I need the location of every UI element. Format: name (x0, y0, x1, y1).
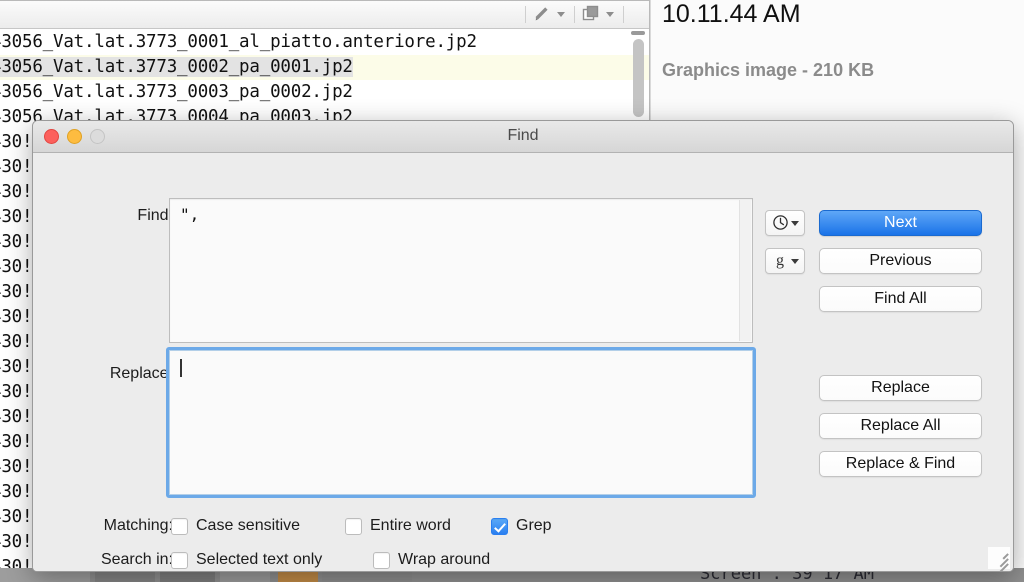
find-all-button[interactable]: Find All (819, 286, 982, 312)
file-name-label: 430! (0, 282, 33, 302)
file-list-item[interactable]: 43056_Vat.lat.3773_0002_pa_0001.jp2 (0, 55, 649, 80)
checkbox-label: Wrap around (398, 551, 491, 568)
matching-label: Matching: (103, 517, 173, 534)
chevron-down-icon (791, 259, 799, 264)
replace-and-find-button[interactable]: Replace & Find (819, 451, 982, 477)
file-list-item[interactable]: 43056_Vat.lat.3773_0003_pa_0002.jp2 (0, 80, 649, 105)
checkbox-unchecked-icon[interactable] (373, 551, 390, 569)
previous-button[interactable]: Previous (819, 248, 982, 274)
search-in-label: Search in: (100, 551, 173, 568)
checkbox-selected-text-only[interactable]: Selected text only (171, 551, 322, 569)
grep-letter-glyph: g (776, 252, 784, 269)
file-name-label: 43056_Vat.lat.3773_0003_pa_0002.jp2 (0, 82, 353, 102)
scrollbar-cap (631, 31, 645, 35)
file-time-label: 10.11.44 AM (662, 0, 801, 28)
checkbox-label: Grep (516, 517, 552, 534)
replace-input[interactable] (166, 347, 756, 498)
replace-all-button[interactable]: Replace All (819, 413, 982, 439)
file-name-label: 430! (0, 432, 33, 452)
checkbox-unchecked-icon[interactable] (171, 551, 188, 569)
file-name-label: 430! (0, 307, 33, 327)
file-name-label: 430! (0, 407, 33, 427)
file-name-label: 430! (0, 482, 33, 502)
find-field-label: Find: (137, 207, 173, 224)
file-name-label: 43056_Vat.lat.3773_0001_al_piatto.anteri… (0, 32, 477, 52)
file-name-label: 430! (0, 207, 33, 227)
toolbar-divider (574, 5, 575, 23)
duplicate-chevron-down-icon[interactable] (606, 11, 614, 17)
file-name-label: 430! (0, 332, 33, 352)
file-name-label: 43056_Vat.lat.3773_0002_pa_0001.jp2 (0, 57, 353, 77)
scrollbar-thumb[interactable] (633, 39, 644, 117)
checkbox-unchecked-icon[interactable] (171, 517, 188, 535)
duplicate-icon[interactable] (582, 5, 600, 23)
file-name-label: 430! (0, 507, 33, 527)
checkbox-label: Case sensitive (196, 517, 301, 534)
grep-mode-popup-button[interactable]: g (765, 248, 805, 274)
file-name-label: 430! (0, 457, 33, 477)
checkbox-entire-word[interactable]: Entire word (345, 517, 451, 535)
checkbox-case-sensitive[interactable]: Case sensitive (171, 517, 300, 535)
file-name-label: 430! (0, 532, 33, 552)
pencil-chevron-down-icon[interactable] (557, 11, 565, 17)
find-dialog-titlebar[interactable]: Find (33, 121, 1013, 153)
clock-icon (771, 214, 789, 232)
toolbar-divider (525, 5, 526, 23)
checkbox-wrap-around[interactable]: Wrap around (373, 551, 490, 569)
checkbox-unchecked-icon[interactable] (345, 517, 362, 535)
find-dialog-body: Find: ", Replace: g Next Previous Find A… (33, 153, 1013, 571)
toolbar-divider (623, 5, 624, 23)
file-name-label: 430! (0, 357, 33, 377)
find-input-scrollbar[interactable] (739, 200, 751, 341)
chevron-down-icon (791, 221, 799, 226)
checkbox-label: Selected text only (196, 551, 323, 568)
file-name-label: 430! (0, 232, 33, 252)
checkbox-label: Entire word (370, 517, 451, 534)
find-input-value: ", (180, 205, 200, 224)
pencil-icon[interactable] (533, 5, 551, 23)
screen: 43056_Vat.lat.3773_0001_al_piatto.anteri… (0, 0, 1024, 582)
file-name-label: 430! (0, 257, 33, 277)
toolbar-icon-group (518, 5, 631, 23)
file-name-label: 430! (0, 132, 33, 152)
find-input[interactable]: ", (169, 198, 753, 343)
file-list-item[interactable]: 43056_Vat.lat.3773_0001_al_piatto.anteri… (0, 30, 649, 55)
file-name-label: 430! (0, 182, 33, 202)
file-name-label: 430! (0, 382, 33, 402)
file-browser-toolbar (0, 1, 649, 29)
text-cursor (180, 359, 182, 377)
replace-input-inner (169, 350, 753, 495)
file-name-label: 430! (0, 157, 33, 177)
next-button[interactable]: Next (819, 210, 982, 236)
replace-button[interactable]: Replace (819, 375, 982, 401)
resize-grip[interactable] (988, 547, 1010, 571)
find-dialog-title: Find (507, 127, 539, 144)
file-kind-size-label: Graphics image - 210 KB (662, 60, 875, 80)
recent-searches-popup-button[interactable] (765, 210, 805, 236)
replace-field-label: Replace: (109, 365, 173, 382)
checkbox-grep[interactable]: Grep (491, 517, 552, 535)
find-dialog: Find Find: ", Replace: g Next Previous F… (32, 120, 1014, 572)
checkbox-checked-icon[interactable] (491, 517, 508, 535)
